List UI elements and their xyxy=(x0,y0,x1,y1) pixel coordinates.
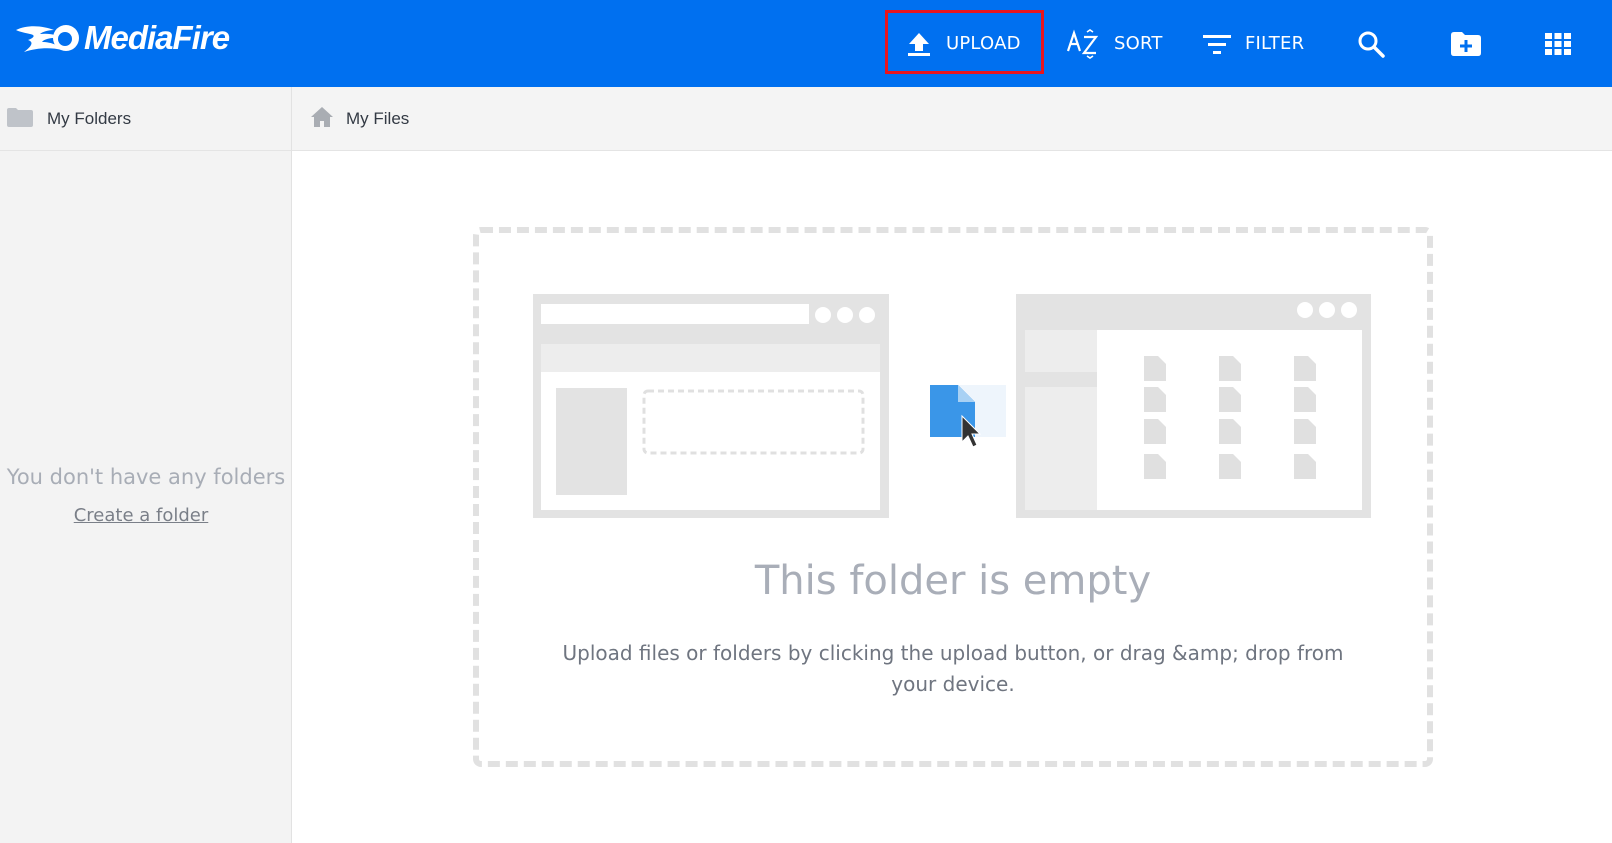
empty-folder-description: Upload files or folders by clicking the … xyxy=(562,641,1344,696)
file-manager-illustration xyxy=(1016,294,1371,518)
dragged-file-illustration xyxy=(930,385,1006,448)
browser-window-illustration xyxy=(533,294,889,518)
empty-folder-illustration xyxy=(533,294,1371,518)
empty-folder-title: This folder is empty xyxy=(754,558,1152,604)
